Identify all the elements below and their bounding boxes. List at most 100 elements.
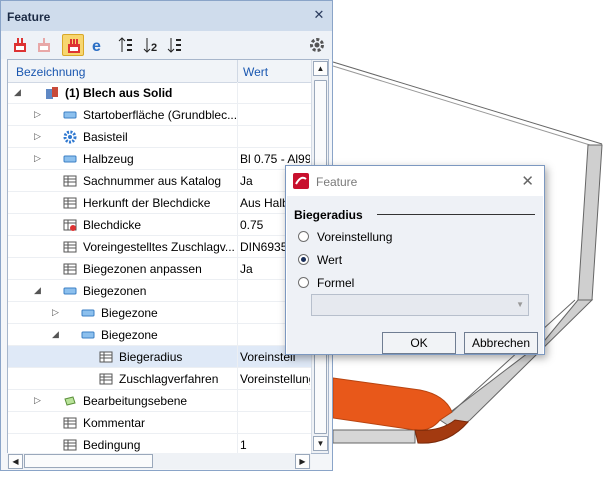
row-label: Biegezone [101,306,158,320]
sort-2-icon[interactable]: 2 [140,34,162,56]
expand-arrow-icon[interactable]: ▷ [34,154,43,163]
radio-circle-checked[interactable] [298,254,309,265]
name-cell[interactable]: Kommentar [8,412,238,433]
radio-voreinstellung[interactable]: Voreinstellung [298,229,498,247]
table-row[interactable]: Voreingestelltes Zuschlagv... DIN6935 [8,236,311,258]
expand-arrow-icon[interactable]: ▷ [52,308,61,317]
name-cell[interactable]: Zuschlagverfahren [8,368,238,389]
row-label: Herkunft der Blechdicke [83,196,211,210]
column-header-value[interactable]: Wert [243,65,268,79]
sort-3-icon[interactable] [164,34,186,56]
table-row[interactable]: ▷ Halbzeug Bl 0.75 - Al99 [8,148,311,170]
scroll-up-arrow[interactable]: ▲ [313,61,328,76]
panel-title: Feature [7,10,51,24]
feature-active-icon[interactable] [62,34,84,56]
name-cell[interactable]: Biegezonen anpassen [8,258,238,279]
row-label: Zuschlagverfahren [119,372,219,386]
table-row[interactable]: Biegezonen anpassen Ja [8,258,311,280]
radio-circle[interactable] [298,231,309,242]
table-row[interactable]: ◢ Biegezonen [8,280,311,302]
table-row[interactable]: Herkunft der Blechdicke Aus Halbz [8,192,311,214]
table-icon [63,438,77,452]
table-row[interactable]: ◢ Biegezone [8,324,311,346]
expand-arrow-icon[interactable]: ▷ [34,132,43,141]
name-cell[interactable]: ▷ Bearbeitungsebene [8,390,238,411]
table-row[interactable]: Bedingung 1 [8,434,311,453]
table-row[interactable]: Kommentar [8,412,311,434]
name-cell[interactable]: ▷ Startoberfläche (Grundblec... [8,104,238,125]
horizontal-scroll-thumb[interactable] [24,454,153,468]
sheet-edge-top-inner [332,65,591,146]
name-cell[interactable]: Sachnummer aus Katalog [8,170,238,191]
column-header-name[interactable]: Bezeichnung [16,65,85,79]
row-value[interactable]: Bl 0.75 - Al99 [240,152,310,166]
radio-label: Voreinstellung [317,230,393,244]
name-cell[interactable]: ◢ Biegezone [8,324,238,345]
feature-red-icon[interactable] [9,34,31,56]
table-row[interactable]: Zuschlagverfahren Voreinstellung [8,368,311,390]
grid-header: Bezeichnung Wert [8,60,311,83]
collapse-arrow-icon[interactable]: ◢ [52,330,61,339]
row-value[interactable]: Voreinstellung [240,372,310,386]
name-cell[interactable]: ◢ Biegezonen [8,280,238,301]
table-row[interactable]: ▷ Basisteil [8,126,311,148]
gear-icon[interactable] [306,34,328,56]
collapse-arrow-icon[interactable]: ◢ [14,88,23,97]
feature-gray-icon[interactable] [33,34,55,56]
row-label: Kommentar [83,416,146,430]
expand-arrow-icon[interactable]: ▷ [34,396,43,405]
row-value[interactable]: 1 [240,438,310,452]
feature-tree-grid[interactable]: Bezeichnung Wert ◢ (1) Blech aus Solid ▷ St… [7,59,329,454]
table-row[interactable]: ◢ (1) Blech aus Solid [8,82,311,104]
feature-panel: Feature ✕ e 2 Bezeichnung Wert ◢ (1) Ble… [0,0,333,471]
cancel-button[interactable]: Abbrechen [464,332,538,354]
radio-wert[interactable]: Wert [298,252,498,270]
table-icon [99,350,113,364]
plane-icon [63,394,77,408]
horizontal-scrollbar[interactable]: ◀ ▶ [7,453,311,469]
row-label: (1) Blech aus Solid [65,86,173,100]
formula-dropdown[interactable]: ▼ [311,294,529,316]
name-cell[interactable]: Voreingestelltes Zuschlagv... [8,236,238,257]
ok-button[interactable]: OK [382,332,456,354]
table-icon [63,416,77,430]
radio-formel[interactable]: Formel [298,275,498,293]
name-cell[interactable]: Blechdicke [8,214,238,235]
name-cell[interactable]: ▷ Biegezone [8,302,238,323]
collapse-arrow-icon[interactable]: ◢ [34,286,43,295]
e-icon[interactable]: e [87,34,109,56]
close-icon[interactable]: ✕ [312,8,326,22]
table-row[interactable]: ▷ Biegezone [8,302,311,324]
surface-icon [63,284,77,298]
column-separator[interactable] [237,60,238,82]
sheet-edge-top [332,61,603,145]
scroll-left-arrow[interactable]: ◀ [8,454,23,469]
sheet-flange-right [577,144,603,301]
scroll-down-arrow[interactable]: ▼ [313,436,328,451]
table-row[interactable]: Biegeradius Voreinstell [8,346,311,368]
panel-titlebar: Feature ✕ [1,1,332,32]
table-row[interactable]: Blechdicke 0.75 [8,214,311,236]
name-cell[interactable]: Bedingung [8,434,238,453]
row-label: Biegeradius [119,350,183,364]
radio-circle[interactable] [298,277,309,288]
chevron-down-icon[interactable]: ▼ [516,300,524,309]
dialog-titlebar: Feature ✕ [286,166,544,196]
sheet-bend-orange [332,377,453,431]
surface-icon [81,306,95,320]
table-row[interactable]: ▷ Bearbeitungsebene [8,390,311,412]
scroll-right-arrow[interactable]: ▶ [295,454,310,469]
row-label: Biegezonen anpassen [83,262,202,276]
expand-arrow-icon[interactable]: ▷ [34,110,43,119]
name-cell[interactable]: Biegeradius [8,346,238,367]
name-cell[interactable]: ▷ Halbzeug [8,148,238,169]
table-row[interactable]: Sachnummer aus Katalog Ja [8,170,311,192]
name-cell[interactable]: Herkunft der Blechdicke [8,192,238,213]
sort-1-icon[interactable] [115,34,137,56]
name-cell[interactable]: ◢ (1) Blech aus Solid [8,82,238,103]
name-cell[interactable]: ▷ Basisteil [8,126,238,147]
close-icon[interactable]: ✕ [521,172,534,190]
dialog-body: Biegeradius Voreinstellung Wert Formel ▼ [287,196,543,354]
grid-rows: ◢ (1) Blech aus Solid ▷ Startoberfläche (Gr… [8,82,311,453]
table-row[interactable]: ▷ Startoberfläche (Grundblec... [8,104,311,126]
